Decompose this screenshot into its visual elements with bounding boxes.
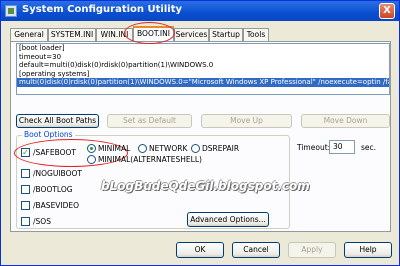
boot-ini-listbox[interactable]: [boot loader] timeout=30 default=multi(0…: [16, 43, 390, 95]
tab-tools[interactable]: Tools: [243, 28, 269, 41]
minimal-radio[interactable]: [87, 144, 96, 153]
boot-options-label: Boot Options: [22, 130, 75, 139]
set-as-default-button[interactable]: Set as Default: [107, 114, 192, 128]
network-label: NETWORK: [149, 144, 188, 153]
tab-startup[interactable]: Startup: [209, 28, 243, 41]
timeout-input[interactable]: 30: [329, 140, 355, 154]
noguiboot-checkbox[interactable]: [21, 169, 30, 178]
boot-ini-line[interactable]: default=multi(0)disk(0)rdisk(0)partition…: [17, 61, 389, 70]
watermark-text: bLogBudeQdeGil.blogspot.com: [101, 179, 310, 193]
network-radio[interactable]: [138, 144, 147, 153]
alternateshell-radio[interactable]: [87, 155, 96, 164]
timeout-label: Timeout:: [297, 143, 331, 152]
window-title: System Configuration Utility: [22, 4, 182, 15]
noguiboot-label: /NOGUIBOOT: [33, 169, 82, 178]
bootlog-checkbox[interactable]: [21, 185, 30, 194]
dsrepair-label: DSREPAIR: [202, 144, 240, 153]
boot-ini-line-selected[interactable]: multi(0)disk(0)rdisk(0)partition(1)\WIND…: [17, 78, 389, 87]
close-button[interactable]: X: [379, 3, 395, 19]
system-config-window: System Configuration Utility X General S…: [0, 0, 400, 266]
cancel-button[interactable]: Cancel: [232, 242, 280, 258]
title-bar[interactable]: System Configuration Utility X: [1, 1, 399, 21]
check-all-boot-paths-button[interactable]: Check All Boot Paths: [16, 114, 99, 128]
timeout-unit: sec.: [361, 143, 377, 152]
basevideo-label: /BASEVIDEO: [33, 201, 80, 210]
advanced-options-button[interactable]: Advanced Options...: [187, 212, 269, 227]
basevideo-checkbox[interactable]: [21, 201, 30, 210]
boot-ini-line[interactable]: [operating systems]: [17, 70, 389, 79]
alternateshell-label: MINIMAL(ALTERNATESHELL): [98, 155, 202, 164]
move-down-button[interactable]: Move Down: [301, 114, 390, 128]
move-up-button[interactable]: Move Up: [201, 114, 292, 128]
apply-button[interactable]: Apply: [288, 242, 336, 258]
minimal-label: MINIMAL: [98, 144, 131, 153]
boot-ini-line[interactable]: [boot loader]: [17, 44, 389, 53]
help-button[interactable]: Help: [344, 242, 392, 258]
dsrepair-radio[interactable]: [191, 144, 200, 153]
ok-button[interactable]: OK: [176, 242, 224, 258]
tab-services[interactable]: Services: [174, 28, 209, 41]
sos-checkbox[interactable]: [21, 217, 30, 226]
annotation-circle-boot-ini: [124, 22, 175, 44]
sos-label: /SOS: [33, 217, 51, 226]
bootlog-label: /BOOTLOG: [33, 185, 73, 194]
tab-general[interactable]: General: [10, 28, 48, 41]
boot-ini-line[interactable]: timeout=30: [17, 53, 389, 62]
msconfig-app-icon: [5, 5, 17, 17]
tab-system-ini[interactable]: SYSTEM.INI: [48, 28, 96, 41]
